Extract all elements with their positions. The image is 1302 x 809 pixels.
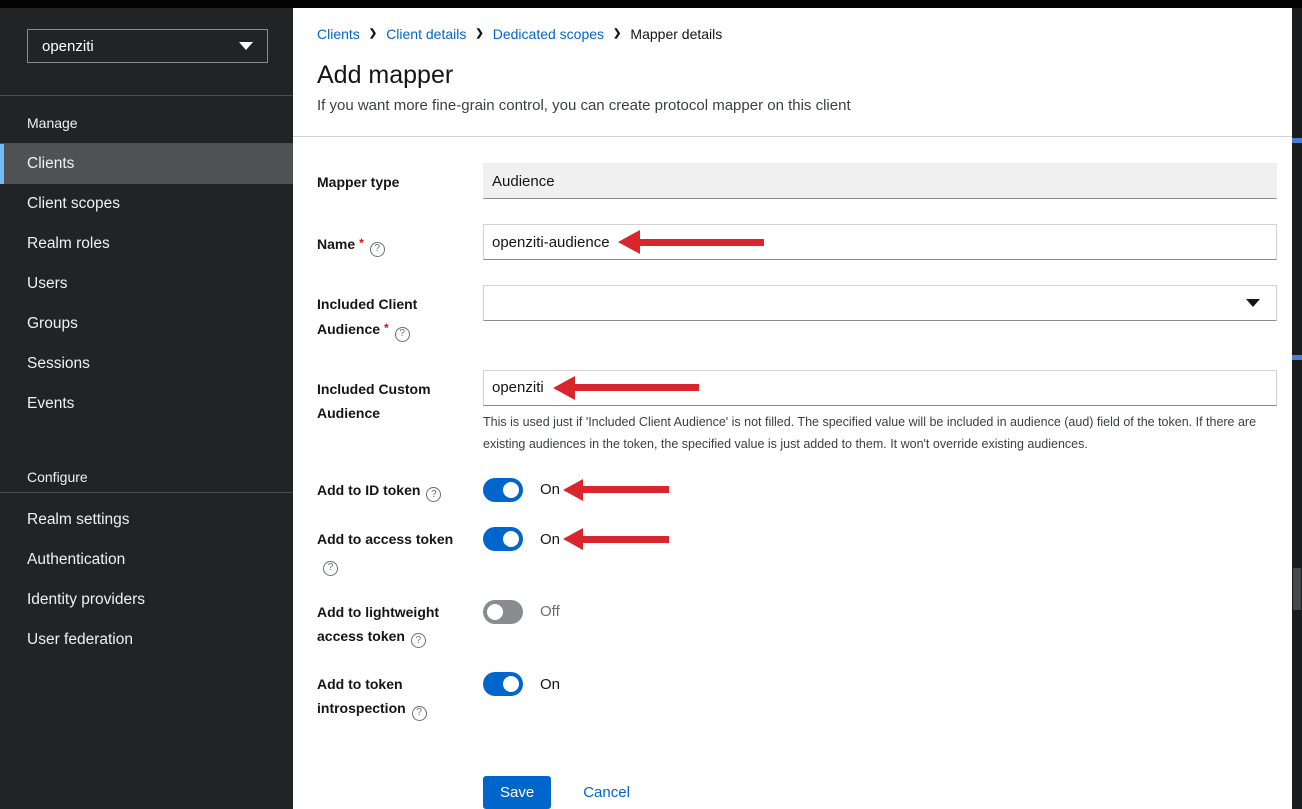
name-label: Name* [317,224,472,260]
sidebar-item-sessions[interactable]: Sessions [0,344,293,384]
scrollbar-marker [1292,138,1302,143]
page-subtitle: If you want more fine-grain control, you… [317,96,1268,116]
required-indicator: * [384,321,389,335]
add-to-token-introspection-label: Add to token introspection [317,672,472,721]
included-custom-audience-input[interactable] [483,370,1277,406]
included-custom-audience-field-wrap: This is used just if 'Included Client Au… [483,370,1277,455]
switch-knob [503,676,519,692]
realm-selector-area: openziti [0,8,293,96]
add-to-id-token-toggle[interactable] [483,478,523,502]
page-title: Add mapper [317,60,1268,90]
breadcrumb-separator-icon [613,24,621,44]
manage-nav-list: Clients Client scopes Realm roles Users … [0,144,293,424]
add-to-lightweight-access-token-toggle[interactable] [483,600,523,624]
mapper-type-row: Mapper type Audience [317,163,1277,199]
annotation-arrow [563,528,669,550]
included-client-audience-label: Included Client Audience* [317,285,472,342]
included-custom-audience-label: Included Custom Audience [317,370,472,455]
scrollbar-marker [1292,355,1302,360]
mapper-type-value: Audience [492,173,555,190]
breadcrumb-separator-icon [475,24,483,44]
included-client-audience-select[interactable] [483,285,1277,321]
name-row: Name* [317,224,1277,260]
included-custom-audience-help: This is used just if 'Included Client Au… [483,411,1277,455]
included-client-audience-field-wrap [483,285,1277,342]
included-client-audience-row: Included Client Audience* [317,285,1277,342]
help-icon[interactable] [411,633,426,648]
add-to-token-introspection-toggle[interactable] [483,672,523,696]
mapper-type-field: Audience [483,163,1277,199]
help-icon[interactable] [395,327,410,342]
chevron-down-icon [239,42,253,50]
sidebar-item-users[interactable]: Users [0,264,293,304]
sidebar-item-realm-settings[interactable]: Realm settings [0,500,293,540]
cancel-button[interactable]: Cancel [583,784,630,801]
toggle-state-label: On [540,676,560,693]
sidebar-section-configure: Configure [0,457,293,493]
scrollbar-thumb[interactable] [1293,568,1301,610]
add-to-access-token-field: On [483,527,1277,576]
help-icon[interactable] [370,242,385,257]
switch-knob [503,531,519,547]
sidebar-item-authentication[interactable]: Authentication [0,540,293,580]
add-to-lightweight-access-token-label: Add to lightweight access token [317,600,472,649]
add-to-lightweight-access-token-field: Off [483,600,1277,649]
help-icon[interactable] [323,561,338,576]
sidebar-item-events[interactable]: Events [0,384,293,424]
add-to-id-token-field: On [483,478,1277,503]
toggle-state-label: On [540,481,560,498]
sidebar-section-manage: Manage [0,96,293,144]
included-custom-audience-row: Included Custom Audience This is used ju… [317,370,1277,455]
add-to-token-introspection-field: On [483,672,1277,721]
keycloak-admin-console: openziti Manage Clients Client scopes Re… [0,0,1302,809]
included-custom-audience-input-wrap [483,370,1277,406]
add-to-access-token-toggle[interactable] [483,527,523,551]
main-content: Clients Client details Dedicated scopes … [293,8,1292,809]
toggle-state-label: On [540,531,560,548]
add-to-id-token-row: Add to ID token On [317,478,1277,503]
breadcrumb-mapper-details: Mapper details [630,24,722,44]
sidebar-item-user-federation[interactable]: User federation [0,620,293,660]
name-field-wrap [483,224,1277,260]
add-to-id-token-label: Add to ID token [317,478,472,503]
page-header: Clients Client details Dedicated scopes … [293,8,1292,137]
breadcrumb-separator-icon [369,24,377,44]
toggle-state-label: Off [540,603,560,620]
sidebar-item-identity-providers[interactable]: Identity providers [0,580,293,620]
breadcrumb-clients[interactable]: Clients [317,24,360,44]
add-to-access-token-row: Add to access token On [317,527,1277,576]
form-actions: Save Cancel [483,776,1277,809]
sidebar-item-realm-roles[interactable]: Realm roles [0,224,293,264]
add-to-access-token-label: Add to access token [317,527,472,576]
realm-selector[interactable]: openziti [27,29,268,63]
sidebar: openziti Manage Clients Client scopes Re… [0,8,293,809]
help-icon[interactable] [412,706,427,721]
breadcrumb-dedicated-scopes[interactable]: Dedicated scopes [493,24,604,44]
mapper-type-label: Mapper type [317,163,472,199]
name-input[interactable] [483,224,1277,260]
mapper-type-field-wrap: Audience [483,163,1277,199]
breadcrumb-client-details[interactable]: Client details [386,24,466,44]
chevron-down-icon [1246,299,1260,307]
add-to-token-introspection-row: Add to token introspection On [317,672,1277,721]
top-bar [0,0,1302,8]
required-indicator: * [359,236,364,250]
switch-knob [503,482,519,498]
annotation-arrow [563,479,669,501]
scrollbar[interactable] [1292,8,1302,809]
help-icon[interactable] [426,487,441,502]
configure-nav-list: Realm settings Authentication Identity p… [0,493,293,660]
sidebar-item-client-scopes[interactable]: Client scopes [0,184,293,224]
realm-selector-value: openziti [42,38,94,55]
save-button[interactable]: Save [483,776,551,809]
sidebar-item-clients[interactable]: Clients [0,144,293,184]
add-to-lightweight-access-token-row: Add to lightweight access token Off [317,600,1277,649]
breadcrumb: Clients Client details Dedicated scopes … [317,24,1268,44]
sidebar-item-groups[interactable]: Groups [0,304,293,344]
switch-knob [487,604,503,620]
add-mapper-form: Mapper type Audience Name* [293,137,1292,809]
